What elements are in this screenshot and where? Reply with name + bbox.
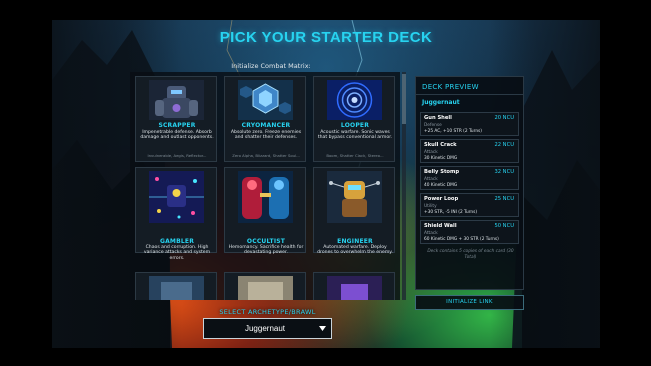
chaos-circuit-icon — [149, 171, 204, 223]
armored-robot-icon — [149, 80, 204, 120]
archetype-tags: Invulnerable, Aegis, Reflector... — [147, 153, 207, 158]
preview-archetype-name: Juggernaut — [422, 99, 460, 106]
deck-count-note: Deck contains 5 copies of each card (30 … — [427, 249, 514, 260]
archetype-card-cryomancer[interactable]: CRYOMANCER Absolute zero. Freeze enemies… — [224, 76, 306, 162]
archetype-art-icon — [238, 276, 293, 300]
archetype-description: Hemomancy. Sacrifice health for devastat… — [228, 245, 304, 256]
scroll-thumb[interactable] — [402, 74, 406, 124]
archetype-name: GAMBLER — [159, 238, 195, 245]
archetype-select-label: SELECT ARCHETYPE/BRAWL — [219, 308, 316, 316]
archetype-description: Impenetrable defense. Absorb damage and … — [140, 130, 214, 141]
archetype-grid: SCRAPPER Impenetrable defense. Absorb da… — [130, 72, 400, 300]
archetype-select-value: Juggernaut — [244, 324, 286, 333]
archetype-name: ENGINEER — [337, 238, 373, 245]
archetype-select[interactable]: Juggernaut — [203, 318, 332, 339]
archetype-card-partial[interactable] — [224, 272, 306, 300]
archetype-name: OCCULTIST — [246, 238, 286, 245]
archetype-name: LOOPER — [340, 122, 370, 129]
deck-card-cost: 20 NCU — [494, 115, 514, 121]
deck-card-type: Attack — [424, 149, 438, 155]
drone-icon — [327, 171, 382, 223]
deck-card-cost: 25 NCU — [494, 196, 514, 202]
page-title: PICK YOUR STARTER DECK — [219, 29, 433, 46]
deck-card-effect: 40 Kinetic DMG — [424, 182, 458, 188]
deck-card: Gun Shell 20 NCU Defense +25 AC, +10 STR… — [420, 112, 519, 136]
deck-card-cost: 22 NCU — [494, 142, 514, 148]
deck-card: Shield Wall 50 NCU Attack 60 Kinetic DMG… — [420, 220, 519, 244]
ice-hexagon-icon — [238, 80, 293, 120]
deck-card-type: Utility — [424, 203, 437, 209]
chevron-down-icon — [319, 326, 326, 331]
archetype-card-occultist[interactable]: OCCULTIST Hemomancy. Sacrifice health fo… — [224, 167, 306, 256]
deck-card-name: Power Loop — [424, 196, 459, 202]
archetype-description: Chaos and corruption. High variance atta… — [143, 245, 211, 261]
deck-card-effect: 60 Kinetic DMG + 30 STR (2 Turns) — [424, 236, 499, 242]
archetype-card-partial[interactable] — [313, 272, 395, 300]
deck-preview-panel: DECK PREVIEW Juggernaut Gun Shell 20 NCU… — [415, 76, 524, 290]
deck-card-name: Shield Wall — [424, 223, 457, 229]
deck-card-effect: +30 STR, -5 INI (2 Turns) — [424, 209, 478, 215]
letterbox-top — [0, 0, 651, 20]
combat-matrix-subtitle: Initialize Combat Matrix: — [231, 62, 311, 70]
deck-card-cost: 32 NCU — [494, 169, 514, 175]
archetype-description: Automated warfare. Deploy drones to over… — [317, 245, 393, 256]
blood-ritual-icon — [238, 171, 293, 223]
divider — [416, 94, 523, 95]
deck-card: Skull Crack 22 NCU Attack 30 Kinetic DMG — [420, 139, 519, 163]
archetype-card-scrapper[interactable]: SCRAPPER Impenetrable defense. Absorb da… — [135, 76, 217, 162]
deck-card-name: Belly Stomp — [424, 169, 460, 175]
archetype-description: Acoustic warfare. Sonic waves that bypas… — [317, 130, 393, 141]
initialize-link-button[interactable]: INITIALIZE LINK — [415, 295, 524, 310]
deck-card-name: Skull Crack — [424, 142, 457, 148]
deck-card-effect: 30 Kinetic DMG — [424, 155, 458, 161]
deck-card-name: Gun Shell — [424, 115, 452, 121]
archetype-card-engineer[interactable]: ENGINEER Automated warfare. Deploy drone… — [313, 167, 395, 256]
archetype-scrollbar[interactable] — [402, 72, 406, 300]
archetype-art-icon — [149, 276, 204, 300]
deck-preview-heading: DECK PREVIEW — [422, 83, 479, 91]
deck-card-effect: +25 AC, +10 STR (2 Turns) — [424, 128, 482, 134]
deck-card-type: Attack — [424, 230, 438, 236]
archetype-name: CRYOMANCER — [241, 122, 291, 129]
letterbox-bottom — [0, 348, 651, 366]
archetype-name: SCRAPPER — [158, 122, 196, 129]
archetype-card-partial[interactable] — [135, 272, 217, 300]
deck-card-type: Attack — [424, 176, 438, 182]
deck-card-type: Defense — [424, 122, 442, 128]
deck-card: Power Loop 25 NCU Utility +30 STR, -5 IN… — [420, 193, 519, 217]
deck-card: Belly Stomp 32 NCU Attack 40 Kinetic DMG — [420, 166, 519, 190]
deck-card-cost: 50 NCU — [494, 223, 514, 229]
archetype-card-looper[interactable]: LOOPER Acoustic warfare. Sonic waves tha… — [313, 76, 395, 162]
archetype-description: Absolute zero. Freeze enemies and shatte… — [230, 130, 302, 141]
archetype-art-icon — [327, 276, 382, 300]
archetype-tags: Zero Alpha, Blizzard, Shatter Soul... — [232, 153, 300, 158]
sonic-wave-icon — [327, 80, 382, 120]
archetype-card-gambler[interactable]: GAMBLER Chaos and corruption. High varia… — [135, 167, 217, 261]
archetype-tags: Boom, Shatter Clack, Stereo... — [326, 153, 384, 158]
